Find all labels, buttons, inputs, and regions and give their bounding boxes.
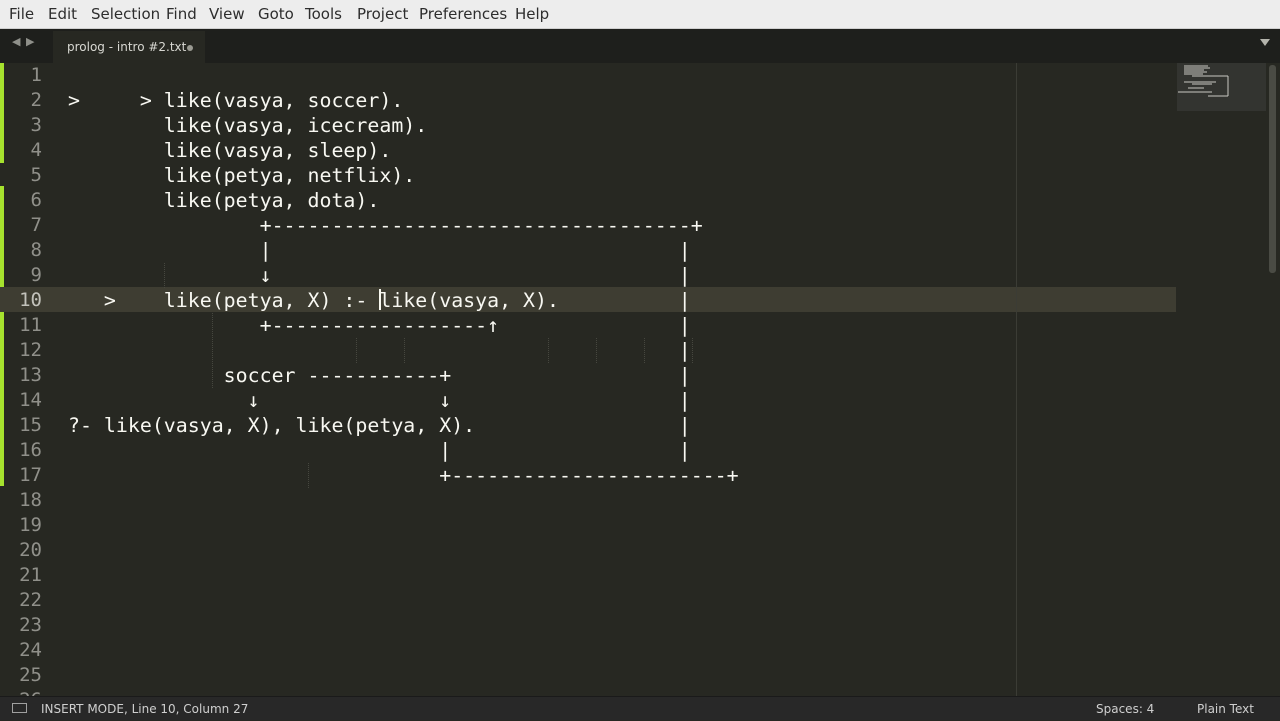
menu-tools[interactable]: Tools — [305, 0, 342, 29]
menu-view[interactable]: View — [209, 0, 245, 29]
code-line[interactable]: like(vasya, sleep). — [68, 138, 392, 163]
status-indentation[interactable]: Spaces: 4 — [1096, 697, 1154, 721]
menu-bar: File Edit Selection Find View Goto Tools… — [0, 0, 1280, 29]
column-ruler — [1016, 63, 1017, 696]
code-line[interactable]: +-----------------------------------+ — [68, 213, 703, 238]
minimap-content[interactable] — [1178, 63, 1238, 103]
line-number: 19 — [19, 514, 42, 536]
code-line[interactable]: ↓ ↓ | — [68, 388, 691, 413]
code-line[interactable]: ?- like(vasya, X), like(petya, X). | — [68, 413, 691, 438]
menu-find[interactable]: Find — [166, 0, 197, 29]
line-number: 14 — [19, 389, 42, 411]
modified-marker — [0, 63, 4, 163]
line-number: 8 — [30, 239, 42, 261]
tab-active[interactable]: prolog - intro #2.txt — [53, 31, 205, 63]
code-line[interactable]: soccer -----------+ | — [68, 363, 691, 388]
line-number: 13 — [19, 364, 42, 386]
line-number: 7 — [30, 214, 42, 236]
editor-area[interactable]: 1 2 3 4 5 6 7 8 9 10 11 12 13 14 15 16 1… — [0, 63, 1280, 696]
text-caret — [379, 289, 381, 310]
line-number: 18 — [19, 489, 42, 511]
line-number: 2 — [30, 89, 42, 111]
code-line[interactable]: ↓ | — [68, 263, 691, 288]
vertical-scrollbar[interactable] — [1269, 65, 1276, 273]
line-number: 23 — [19, 614, 42, 636]
line-number: 11 — [19, 314, 42, 336]
code-line[interactable]: like(vasya, icecream). — [68, 113, 427, 138]
code-line[interactable]: | | — [68, 238, 691, 263]
tab-scroll-right-icon[interactable]: ▶ — [26, 35, 34, 48]
line-number-current: 10 — [19, 289, 42, 311]
code-line[interactable]: like(petya, netflix). — [68, 163, 415, 188]
line-number: 16 — [19, 439, 42, 461]
code-line[interactable]: +-----------------------+ — [68, 463, 738, 488]
modified-marker — [0, 186, 4, 486]
indent-guide — [692, 338, 693, 363]
tab-bar: ◀ ▶ prolog - intro #2.txt — [0, 29, 1280, 63]
line-number: 22 — [19, 589, 42, 611]
line-number: 25 — [19, 664, 42, 686]
line-number: 12 — [19, 339, 42, 361]
line-number: 21 — [19, 564, 42, 586]
menu-file[interactable]: File — [9, 0, 34, 29]
panel-icon[interactable] — [12, 703, 27, 713]
line-number: 9 — [30, 264, 42, 286]
code-line[interactable]: | | — [68, 438, 691, 463]
line-number: 6 — [30, 189, 42, 211]
menu-project[interactable]: Project — [357, 0, 408, 29]
line-number: 15 — [19, 414, 42, 436]
menu-goto[interactable]: Goto — [258, 0, 294, 29]
line-number: 20 — [19, 539, 42, 561]
line-number: 17 — [19, 464, 42, 486]
line-number: 5 — [30, 164, 42, 186]
menu-edit[interactable]: Edit — [48, 0, 77, 29]
code-line[interactable]: > > like(vasya, soccer). — [68, 88, 403, 113]
tab-title: prolog - intro #2.txt — [67, 40, 187, 54]
status-bar: INSERT MODE, Line 10, Column 27 Spaces: … — [0, 696, 1280, 720]
status-syntax[interactable]: Plain Text — [1197, 697, 1254, 721]
menu-help[interactable]: Help — [515, 0, 549, 29]
menu-preferences[interactable]: Preferences — [419, 0, 507, 29]
code-line[interactable]: | — [68, 338, 691, 363]
status-mode-position: INSERT MODE, Line 10, Column 27 — [41, 702, 249, 716]
dot-icon[interactable] — [187, 45, 193, 51]
menu-selection[interactable]: Selection — [91, 0, 160, 29]
line-number: 26 — [8, 688, 42, 696]
line-number: 4 — [30, 139, 42, 161]
tab-scroll-left-icon[interactable]: ◀ — [12, 35, 20, 48]
line-number: 3 — [30, 114, 42, 136]
tab-list-dropdown-icon[interactable] — [1260, 39, 1270, 46]
line-number: 1 — [30, 64, 42, 86]
line-number: 24 — [19, 639, 42, 661]
code-line[interactable]: like(petya, dota). — [68, 188, 380, 213]
code-line[interactable]: +------------------↑ | — [68, 313, 691, 338]
